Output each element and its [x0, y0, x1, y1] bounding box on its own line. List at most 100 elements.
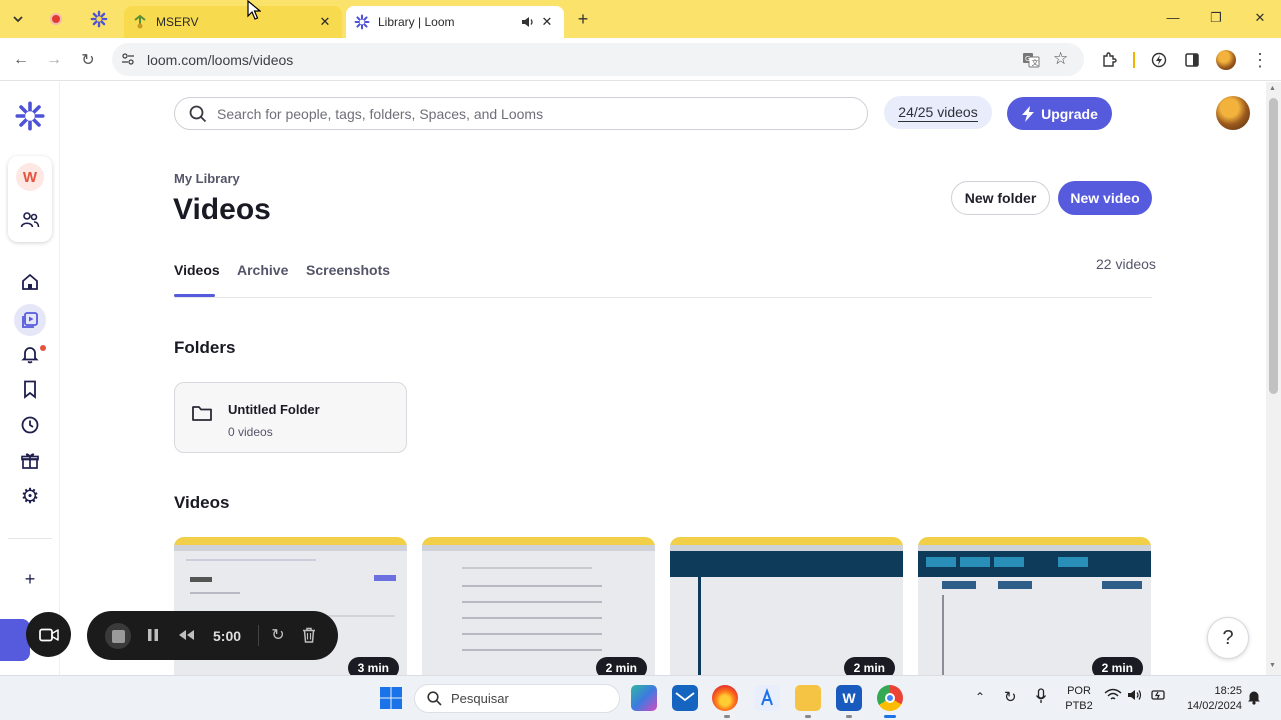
- user-avatar[interactable]: [1216, 96, 1250, 130]
- folder-count: 0 videos: [228, 425, 273, 439]
- minimize-icon[interactable]: ―: [1163, 10, 1183, 25]
- taskbar-search[interactable]: Pesquisar: [414, 684, 620, 713]
- store-icon[interactable]: [754, 685, 780, 711]
- chrome-menu-icon[interactable]: ⋮: [1249, 49, 1271, 71]
- speaker-icon[interactable]: [518, 15, 538, 29]
- upgrade-button[interactable]: Upgrade: [1007, 97, 1112, 130]
- tab-mserv[interactable]: MSERV ✕: [124, 6, 342, 38]
- settings-gear-icon[interactable]: ⚙: [18, 484, 42, 508]
- camera-toggle-button[interactable]: [26, 612, 71, 657]
- restart-button[interactable]: ↻: [268, 625, 288, 645]
- notification-badge: [40, 345, 46, 351]
- search-input[interactable]: Search for people, tags, folders, Spaces…: [174, 97, 868, 130]
- stop-recording-button[interactable]: [105, 623, 131, 649]
- home-icon[interactable]: [18, 270, 42, 294]
- rail-divider: [8, 538, 52, 539]
- word-icon[interactable]: W: [836, 685, 862, 711]
- reload-icon[interactable]: ↻: [77, 49, 99, 71]
- pause-button[interactable]: [143, 625, 163, 645]
- upgrade-label: Upgrade: [1041, 105, 1098, 122]
- firefox-icon[interactable]: [712, 685, 738, 711]
- thumbnail-tabbar: [670, 537, 903, 545]
- scroll-down-icon[interactable]: ▼: [1269, 662, 1276, 669]
- duration-badge: 3 min: [347, 657, 399, 675]
- pinned-tab-record[interactable]: [45, 8, 67, 30]
- new-video-button[interactable]: New video: [1058, 181, 1152, 215]
- thumbnail-detail: [462, 617, 602, 619]
- video-count: 22 videos: [1096, 256, 1156, 272]
- windows-start-icon[interactable]: [380, 687, 402, 714]
- tab-videos[interactable]: Videos: [174, 262, 220, 278]
- thumbnail-divider: [698, 577, 701, 675]
- add-workspace-icon[interactable]: +: [18, 567, 42, 591]
- sync-icon[interactable]: ↻: [1004, 688, 1017, 706]
- members-icon[interactable]: [20, 210, 40, 235]
- video-card[interactable]: 2 min: [918, 537, 1151, 675]
- watch-later-icon[interactable]: [18, 377, 42, 401]
- battery-icon[interactable]: [1150, 688, 1168, 705]
- history-icon[interactable]: [18, 413, 42, 437]
- recorder-divider: [258, 625, 259, 646]
- restart-icon: ↻: [271, 627, 285, 644]
- close-window-icon[interactable]: ✕: [1250, 10, 1270, 26]
- restore-icon[interactable]: ❐: [1206, 10, 1226, 26]
- help-button[interactable]: ?: [1207, 617, 1249, 659]
- side-panel-icon[interactable]: [1181, 49, 1203, 71]
- bookmark-star-icon[interactable]: ☆: [1053, 49, 1068, 69]
- tab-library-loom[interactable]: Library | Loom ✕: [346, 6, 564, 38]
- search-icon: [189, 105, 207, 123]
- thumbnail-divider: [942, 595, 944, 675]
- gift-icon[interactable]: [18, 449, 42, 473]
- scroll-up-icon[interactable]: ▲: [1269, 85, 1276, 92]
- delete-recording-button[interactable]: [299, 625, 319, 645]
- loom-home-logo-icon[interactable]: [14, 100, 46, 132]
- chrome-icon[interactable]: [877, 685, 903, 711]
- tab-screenshots[interactable]: Screenshots: [306, 262, 390, 278]
- clock-time: 18:25: [1214, 685, 1242, 697]
- address-bar[interactable]: loom.com/looms/videos G文 ☆: [112, 43, 1084, 76]
- thumbnail-detail: [190, 592, 240, 594]
- new-folder-button[interactable]: New folder: [951, 181, 1050, 215]
- scrollbar-thumb[interactable]: [1269, 98, 1278, 394]
- running-indicator: [724, 715, 730, 718]
- breadcrumb[interactable]: My Library: [174, 171, 240, 186]
- tab-title: Library | Loom: [378, 15, 455, 29]
- recorder-tab[interactable]: [0, 619, 30, 661]
- browser-tab-bar: MSERV ✕ Library | Loom ✕ + ― ❐ ✕: [0, 0, 1281, 38]
- pinned-tab-loom[interactable]: [88, 8, 110, 30]
- back-icon[interactable]: ←: [10, 49, 32, 71]
- video-card[interactable]: 2 min: [670, 537, 903, 675]
- library-icon[interactable]: [14, 304, 46, 336]
- new-tab-button[interactable]: +: [572, 8, 594, 30]
- wifi-icon[interactable]: [1104, 688, 1122, 705]
- notifications-icon[interactable]: [18, 342, 42, 366]
- workspace-avatar[interactable]: W: [16, 163, 44, 191]
- microphone-icon[interactable]: [1035, 688, 1047, 707]
- tab-archive[interactable]: Archive: [237, 262, 288, 278]
- copilot-icon[interactable]: [631, 685, 657, 711]
- language-indicator[interactable]: POR PTB2: [1063, 685, 1095, 712]
- translate-icon[interactable]: G文: [1022, 51, 1040, 74]
- site-info-icon[interactable]: [121, 52, 135, 71]
- close-tab-icon[interactable]: ✕: [538, 14, 556, 30]
- profile-avatar-icon[interactable]: [1215, 49, 1237, 71]
- extensions-icon[interactable]: [1098, 49, 1120, 71]
- folders-heading: Folders: [174, 338, 236, 357]
- close-tab-icon[interactable]: ✕: [316, 14, 334, 30]
- volume-icon[interactable]: [1127, 688, 1143, 705]
- clock[interactable]: 18:25 14/02/2024: [1180, 685, 1242, 712]
- video-card[interactable]: 2 min: [422, 537, 655, 675]
- performance-icon[interactable]: [1148, 49, 1170, 71]
- rewind-button[interactable]: [177, 625, 197, 645]
- forward-icon[interactable]: →: [43, 49, 65, 71]
- tray-overflow-icon[interactable]: ⌃: [975, 690, 985, 704]
- file-explorer-icon[interactable]: [795, 685, 821, 711]
- thumbnail-detail: [998, 581, 1032, 589]
- folder-card[interactable]: Untitled Folder 0 videos: [174, 382, 407, 453]
- page-scrollbar[interactable]: ▲ ▼: [1266, 82, 1281, 675]
- tab-search-button[interactable]: [7, 8, 29, 30]
- notification-bell-icon[interactable]: [1247, 689, 1261, 708]
- video-quota-badge[interactable]: 24/25 videos: [884, 96, 992, 129]
- svg-text:文: 文: [1032, 58, 1039, 67]
- mail-icon[interactable]: [672, 685, 698, 711]
